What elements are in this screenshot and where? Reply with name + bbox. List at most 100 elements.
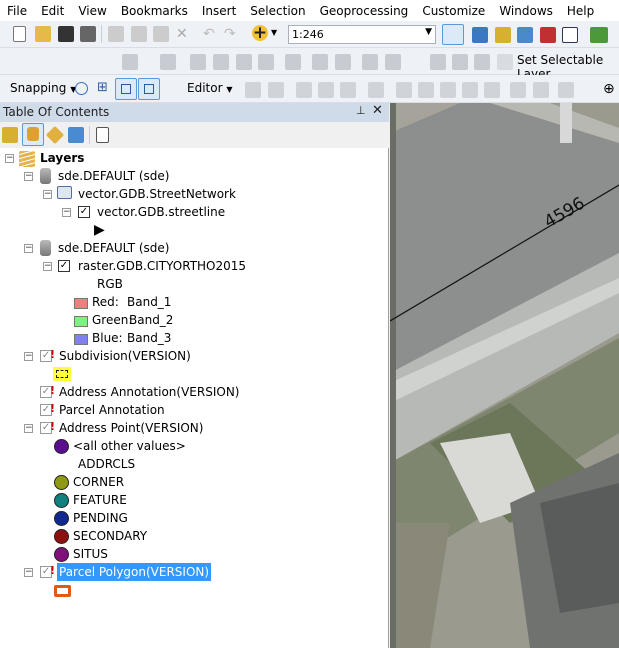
- snapping-menu[interactable]: Snapping ▼: [10, 81, 76, 95]
- collapse-icon[interactable]: −: [24, 424, 33, 433]
- layer-checkbox[interactable]: ✓: [78, 206, 90, 218]
- attributes-icon[interactable]: [510, 82, 526, 98]
- menu-customize[interactable]: Customize: [415, 4, 492, 18]
- menu-selection[interactable]: Selection: [243, 4, 312, 18]
- menu-windows[interactable]: Windows: [492, 4, 560, 18]
- model-builder-icon[interactable]: [590, 27, 608, 43]
- tool-icon[interactable]: [335, 54, 351, 70]
- layer-parcel-polygon-selected[interactable]: Parcel Polygon(VERSION): [57, 563, 212, 581]
- add-data-dropdown-icon[interactable]: ▼: [271, 28, 277, 37]
- editor-menu[interactable]: Editor ▼: [187, 81, 233, 95]
- database-node[interactable]: sde.DEFAULT (sde): [58, 239, 169, 257]
- tool-icon[interactable]: [236, 54, 252, 70]
- cut-polygons-icon[interactable]: [440, 82, 456, 98]
- layer-raster[interactable]: raster.GDB.CITYORTHO2015: [78, 257, 246, 275]
- point-icon[interactable]: [368, 82, 384, 98]
- tool-icon[interactable]: [190, 54, 206, 70]
- trace-icon[interactable]: [340, 82, 356, 98]
- tool-icon[interactable]: [430, 54, 446, 70]
- reshape-icon[interactable]: [418, 82, 434, 98]
- edit-vertices-icon[interactable]: [396, 82, 412, 98]
- layer-streetline[interactable]: vector.GDB.streetline: [97, 203, 225, 221]
- tool-icon[interactable]: [160, 54, 176, 70]
- collapse-icon[interactable]: −: [24, 352, 33, 361]
- arctoolbox-icon[interactable]: [540, 27, 556, 43]
- catalog-icon[interactable]: [495, 27, 511, 43]
- tool-icon[interactable]: [452, 54, 468, 70]
- map-view[interactable]: 4596: [390, 103, 619, 648]
- layer-parcel-annotation[interactable]: Parcel Annotation: [59, 401, 165, 419]
- collapse-icon[interactable]: −: [62, 208, 71, 217]
- menu-help[interactable]: Help: [560, 4, 601, 18]
- cut-icon[interactable]: [108, 26, 124, 42]
- list-by-source-icon[interactable]: [22, 123, 44, 146]
- menu-insert[interactable]: Insert: [195, 4, 243, 18]
- tool-icon[interactable]: [474, 54, 490, 70]
- tool-icon[interactable]: [312, 54, 328, 70]
- menu-geoprocessing[interactable]: Geoprocessing: [313, 4, 416, 18]
- collapse-icon[interactable]: −: [43, 190, 52, 199]
- annotation-edit-icon[interactable]: [268, 82, 284, 98]
- database-node[interactable]: sde.DEFAULT (sde): [58, 167, 169, 185]
- undo-icon[interactable]: ↶: [203, 26, 219, 42]
- split-icon[interactable]: [462, 82, 478, 98]
- collapse-icon[interactable]: −: [24, 172, 33, 181]
- menu-file[interactable]: File: [0, 4, 34, 18]
- tool-icon[interactable]: [122, 54, 138, 70]
- green-swatch: [74, 316, 88, 327]
- collapse-icon[interactable]: −: [24, 244, 33, 253]
- sketch-properties-icon[interactable]: [533, 82, 549, 98]
- list-by-visibility-icon[interactable]: [45, 125, 65, 145]
- straight-segment-icon[interactable]: [296, 82, 312, 98]
- delete-icon[interactable]: ✕: [176, 26, 192, 42]
- layers-root[interactable]: Layers: [40, 149, 84, 167]
- tool-icon[interactable]: [285, 54, 301, 70]
- python-window-icon[interactable]: [562, 27, 578, 43]
- map-scale-combo[interactable]: 1:246 ▼: [288, 25, 436, 44]
- open-icon[interactable]: [35, 26, 51, 42]
- menu-edit[interactable]: Edit: [34, 4, 71, 18]
- rotate-icon[interactable]: [484, 82, 500, 98]
- point-snapping-icon[interactable]: [75, 82, 88, 95]
- add-data-icon[interactable]: +: [252, 25, 268, 42]
- edge-snapping-icon[interactable]: [138, 78, 160, 100]
- zoom-in-icon[interactable]: ⊕: [603, 81, 619, 97]
- layer-subdivision[interactable]: Subdivision(VERSION): [59, 347, 191, 365]
- table-of-contents-icon[interactable]: [472, 27, 488, 43]
- end-point-arc-icon[interactable]: [318, 82, 334, 98]
- layer-address-point[interactable]: Address Point(VERSION): [59, 419, 203, 437]
- search-window-icon[interactable]: [517, 27, 533, 43]
- options-icon[interactable]: [96, 127, 109, 143]
- tool-icon[interactable]: [385, 54, 401, 70]
- tool-icon[interactable]: [258, 54, 274, 70]
- menu-bookmarks[interactable]: Bookmarks: [114, 4, 195, 18]
- layer-checkbox[interactable]: ✓: [58, 260, 70, 272]
- collapse-icon[interactable]: −: [5, 154, 14, 163]
- copy-icon[interactable]: [131, 26, 147, 42]
- tool-icon[interactable]: [497, 54, 513, 70]
- tool-icon[interactable]: [362, 54, 378, 70]
- print-icon[interactable]: [80, 26, 96, 42]
- collapse-icon[interactable]: −: [24, 568, 33, 577]
- editor-toolbar-toggle-icon[interactable]: [442, 24, 464, 45]
- layer-address-annotation[interactable]: Address Annotation(VERSION): [59, 383, 239, 401]
- create-features-icon[interactable]: [558, 82, 574, 98]
- paste-icon[interactable]: [153, 26, 169, 42]
- close-icon[interactable]: ✕: [372, 103, 383, 118]
- tool-icon[interactable]: [213, 54, 229, 70]
- chevron-down-icon[interactable]: ▼: [425, 27, 432, 37]
- save-icon[interactable]: [58, 26, 74, 42]
- pin-icon[interactable]: ⊥: [356, 104, 366, 117]
- list-by-drawing-order-icon[interactable]: [2, 127, 18, 143]
- menu-view[interactable]: View: [71, 4, 113, 18]
- list-by-selection-icon[interactable]: [68, 127, 84, 143]
- redo-icon[interactable]: ↷: [224, 26, 240, 42]
- point-symbol-icon: [54, 439, 69, 454]
- toc-title: Table Of Contents: [3, 105, 110, 119]
- collapse-icon[interactable]: −: [43, 262, 52, 271]
- group-layer[interactable]: vector.GDB.StreetNetwork: [78, 185, 236, 203]
- new-document-icon[interactable]: [13, 26, 26, 42]
- edit-tool-icon[interactable]: [245, 82, 261, 98]
- vertex-snapping-icon[interactable]: [115, 78, 137, 100]
- end-snapping-icon[interactable]: ⊞: [97, 81, 113, 97]
